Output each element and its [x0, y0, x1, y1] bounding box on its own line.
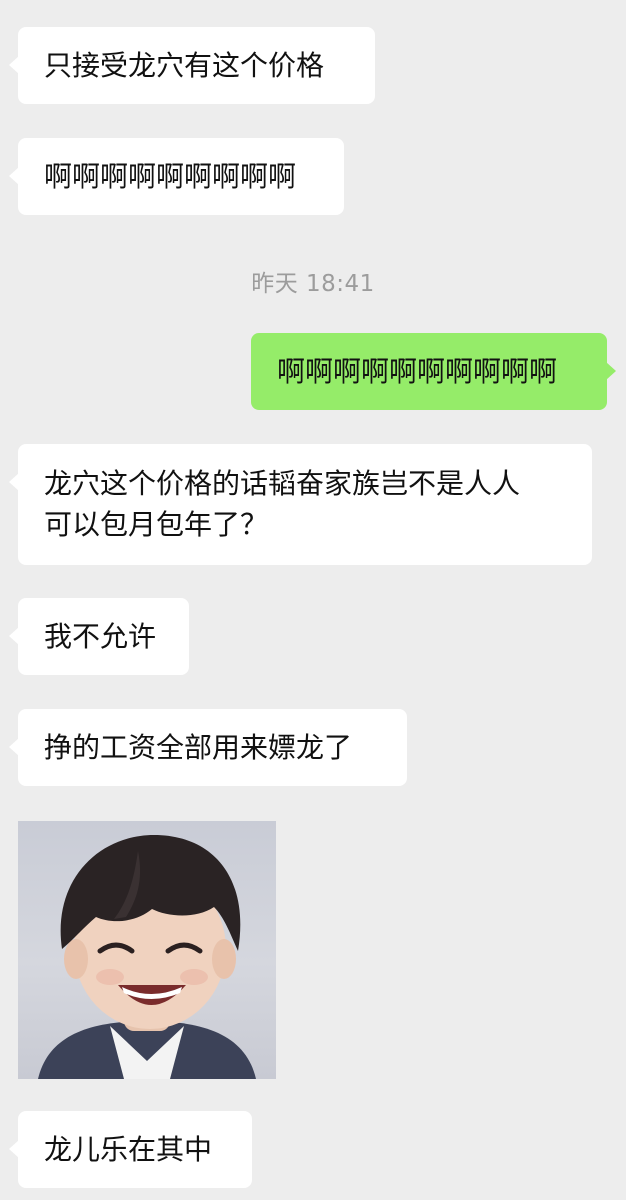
message-bubble-incoming[interactable]: 只接受龙穴有这个价格 — [9, 27, 375, 104]
bubble-tail — [606, 362, 616, 380]
message-text: 啊啊啊啊啊啊啊啊啊 — [44, 160, 297, 193]
message-bubble-outgoing[interactable]: 啊啊啊啊啊啊啊啊啊啊 — [251, 333, 616, 410]
bubble-tail — [9, 167, 19, 185]
bubble-tail — [9, 1140, 19, 1158]
message-bubble-incoming[interactable]: 我不允许 — [9, 598, 189, 675]
message-text: 只接受龙穴有这个价格 — [44, 49, 325, 82]
sticker-image[interactable] — [18, 821, 276, 1079]
message-text: 我不允许 — [44, 620, 157, 653]
message-bubble-incoming[interactable]: 龙穴这个价格的话韬奋家族岂不是人人 可以包月包年了？ — [9, 444, 592, 565]
message-text: 龙儿乐在其中 — [44, 1133, 213, 1166]
message-timestamp: 昨天 18:41 — [251, 271, 375, 297]
message-bubble-incoming[interactable]: 挣的工资全部用来嫖龙了 — [9, 709, 407, 786]
chat-view: 只接受龙穴有这个价格 啊啊啊啊啊啊啊啊啊 昨天 18:41 啊啊啊啊啊啊啊啊啊啊… — [0, 0, 626, 1200]
bubble-tail — [9, 738, 19, 756]
smiling-person-sticker-icon — [38, 835, 256, 1079]
bubble-tail — [9, 627, 19, 645]
message-text: 啊啊啊啊啊啊啊啊啊啊 — [277, 355, 558, 388]
message-bubble-incoming[interactable]: 龙儿乐在其中 — [9, 1111, 252, 1188]
message-text: 挣的工资全部用来嫖龙了 — [44, 731, 353, 764]
message-text: 龙穴这个价格的话韬奋家族岂不是人人 可以包月包年了？ — [44, 467, 521, 541]
message-bubble-incoming[interactable]: 啊啊啊啊啊啊啊啊啊 — [9, 138, 344, 215]
bubble-tail — [9, 473, 19, 491]
bubble-tail — [9, 56, 19, 74]
